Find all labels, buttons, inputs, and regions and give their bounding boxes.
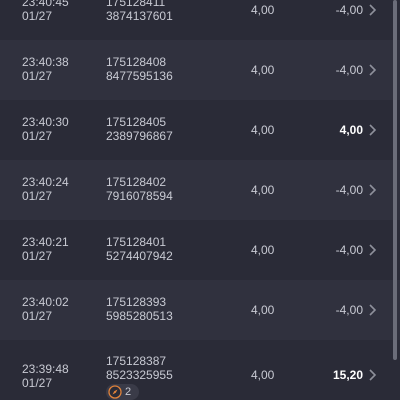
row-time: 23:40:24 — [22, 175, 69, 189]
row-stake: 4,00 — [251, 63, 275, 77]
row-ids: 175128387 8523325955 — [106, 354, 173, 382]
chevron-right-icon[interactable] — [364, 302, 380, 318]
row-id-secondary: 7916078594 — [106, 189, 173, 203]
row-stake: 4,00 — [251, 183, 275, 197]
row-timestamp: 23:40:45 01/27 — [22, 0, 69, 23]
row-stake: 4,00 — [251, 303, 275, 317]
row-ids: 175128411 3874137601 — [106, 0, 173, 23]
row-id-secondary: 5274407942 — [106, 249, 173, 263]
row-stake: 4,00 — [251, 123, 275, 137]
transaction-rows: 23:40:45 01/27 175128411 3874137601 4,00… — [0, 0, 400, 400]
row-timestamp: 23:40:21 01/27 — [22, 235, 69, 263]
row-time: 23:40:38 — [22, 55, 69, 69]
chevron-right-icon[interactable] — [364, 122, 380, 138]
row-ids: 175128402 7916078594 — [106, 175, 173, 203]
row-time: 23:40:45 — [22, 0, 69, 9]
row-time: 23:40:30 — [22, 115, 69, 129]
row-stake: 4,00 — [251, 3, 275, 17]
row-timestamp: 23:39:48 01/27 — [22, 362, 69, 390]
row-ids: 175128405 2389796867 — [106, 115, 173, 143]
row-date: 01/27 — [22, 9, 53, 23]
row-result: -4,00 — [335, 243, 363, 257]
scrollbar[interactable] — [391, 0, 399, 400]
row-result: -4,00 — [335, 183, 363, 197]
row-time: 23:39:48 — [22, 362, 69, 376]
transaction-list: 23:40:45 01/27 175128411 3874137601 4,00… — [0, 0, 400, 400]
transaction-row[interactable]: 23:40:21 01/27 175128401 5274407942 4,00… — [0, 220, 400, 280]
row-ids: 175128393 5985280513 — [106, 295, 173, 323]
transaction-row[interactable]: 23:40:38 01/27 175128408 8477595136 4,00… — [0, 40, 400, 100]
row-id-primary: 175128401 — [106, 235, 167, 249]
transaction-row[interactable]: 23:40:24 01/27 175128402 7916078594 4,00… — [0, 160, 400, 220]
row-id-secondary: 3874137601 — [106, 9, 173, 23]
chevron-right-icon[interactable] — [364, 182, 380, 198]
row-result: -4,00 — [335, 303, 363, 317]
row-id-primary: 175128408 — [106, 55, 167, 69]
row-ids: 175128408 8477595136 — [106, 55, 173, 83]
row-date: 01/27 — [22, 189, 53, 203]
row-result: 4,00 — [339, 123, 363, 137]
row-id-primary: 175128393 — [106, 295, 167, 309]
row-id-primary: 175128405 — [106, 115, 167, 129]
row-date: 01/27 — [22, 376, 53, 390]
row-badge-count: 2 — [125, 386, 132, 398]
row-badge: 2 — [106, 384, 140, 400]
row-result: -4,00 — [335, 3, 363, 17]
row-id-secondary: 2389796867 — [106, 129, 173, 143]
transaction-row[interactable]: 23:40:02 01/27 175128393 5985280513 4,00… — [0, 280, 400, 340]
chevron-right-icon[interactable] — [364, 242, 380, 258]
row-stake: 4,00 — [251, 368, 275, 382]
compass-icon — [108, 385, 122, 399]
row-stake: 4,00 — [251, 243, 275, 257]
row-id-primary: 175128387 — [106, 354, 167, 368]
chevron-right-icon[interactable] — [364, 2, 380, 18]
row-time: 23:40:21 — [22, 235, 69, 249]
scrollbar-thumb[interactable] — [393, 0, 397, 360]
row-date: 01/27 — [22, 129, 53, 143]
transaction-row[interactable]: 23:40:30 01/27 175128405 2389796867 4,00… — [0, 100, 400, 160]
row-timestamp: 23:40:02 01/27 — [22, 295, 69, 323]
row-id-secondary: 8523325955 — [106, 368, 173, 382]
row-date: 01/27 — [22, 309, 53, 323]
transaction-row[interactable]: 23:39:48 01/27 175128387 8523325955 2 4,… — [0, 340, 400, 400]
row-date: 01/27 — [22, 249, 53, 263]
row-result: 15,20 — [332, 368, 363, 382]
row-id-primary: 175128402 — [106, 175, 167, 189]
row-timestamp: 23:40:24 01/27 — [22, 175, 69, 203]
transaction-row[interactable]: 23:40:45 01/27 175128411 3874137601 4,00… — [0, 0, 400, 40]
chevron-right-icon[interactable] — [364, 367, 380, 383]
row-time: 23:40:02 — [22, 295, 69, 309]
row-result: -4,00 — [335, 63, 363, 77]
row-timestamp: 23:40:30 01/27 — [22, 115, 69, 143]
row-id-secondary: 5985280513 — [106, 309, 173, 323]
row-id-primary: 175128411 — [106, 0, 166, 9]
row-id-secondary: 8477595136 — [106, 69, 173, 83]
chevron-right-icon[interactable] — [364, 62, 380, 78]
row-date: 01/27 — [22, 69, 53, 83]
row-timestamp: 23:40:38 01/27 — [22, 55, 69, 83]
row-ids: 175128401 5274407942 — [106, 235, 173, 263]
